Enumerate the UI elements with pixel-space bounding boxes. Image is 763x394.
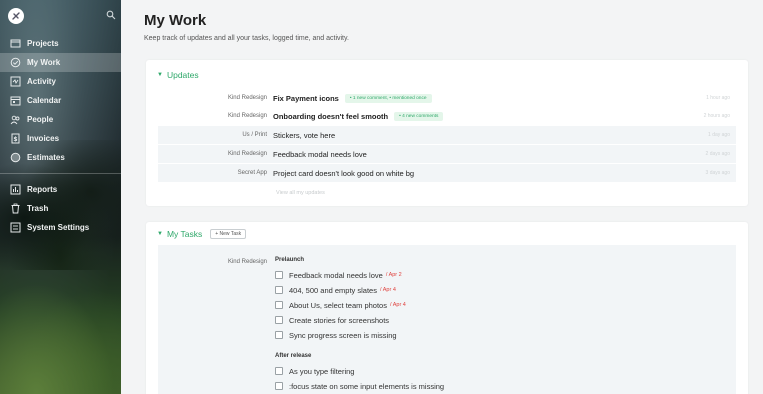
estimate-icon <box>10 152 21 163</box>
sidebar-item-label: Calendar <box>27 96 62 105</box>
update-project: Secret App <box>237 170 267 176</box>
updates-heading: Updates <box>166 70 199 80</box>
update-time: 3 days ago <box>705 170 730 176</box>
updates-toggle[interactable]: ▼ Updates <box>157 70 199 80</box>
task-checkbox[interactable] <box>275 271 283 279</box>
task-item[interactable]: Feedback modal needs love / Apr 2 <box>275 269 402 281</box>
update-project: Us / Print <box>242 132 267 138</box>
sidebar-item-projects[interactable]: Projects <box>0 34 121 53</box>
task-checkbox[interactable] <box>275 382 283 390</box>
updates-card: ▼ Updates Kind Redesign Fix Payment icon… <box>146 60 748 206</box>
settings-icon <box>10 222 21 233</box>
task-item[interactable]: :focus state on some input elements is m… <box>275 380 444 392</box>
search-icon[interactable] <box>106 10 116 20</box>
sidebar-item-reports[interactable]: Reports <box>0 180 121 199</box>
people-icon <box>10 114 21 125</box>
task-due-date: / Apr 4 <box>389 302 406 308</box>
sidebar: Projects My Work Activity Calendar Peopl… <box>0 0 121 394</box>
task-title[interactable]: Feedback modal needs love <box>289 271 383 280</box>
task-group-label: Prelaunch <box>275 257 305 263</box>
update-row[interactable]: Secret App Project card doesn't look goo… <box>158 164 736 182</box>
calendar-icon <box>10 95 21 106</box>
tasks-heading[interactable]: My Tasks <box>167 229 202 239</box>
update-title[interactable]: Project card doesn't look good on white … <box>273 169 414 178</box>
sidebar-item-invoices[interactable]: $ Invoices <box>0 129 121 148</box>
caret-down-icon: ▼ <box>157 72 163 78</box>
update-badge: • 4 new comments <box>394 111 444 121</box>
svg-text:$: $ <box>13 136 17 143</box>
update-row[interactable]: Us / Print Stickers, vote here 1 day ago <box>158 126 736 144</box>
update-time: 2 hours ago <box>703 113 730 119</box>
task-project: Kind Redesign <box>227 259 267 265</box>
app-logo-icon[interactable] <box>8 8 24 24</box>
task-item[interactable]: Create stories for screenshots <box>275 314 389 326</box>
update-time: 1 day ago <box>708 132 730 138</box>
update-project: Kind Redesign <box>227 151 267 157</box>
update-title[interactable]: Fix Payment icons <box>273 94 339 103</box>
task-due-date: / Apr 2 <box>385 272 402 278</box>
task-checkbox[interactable] <box>275 316 283 324</box>
reports-icon <box>10 184 21 195</box>
page-subtitle: Keep track of updates and all your tasks… <box>144 35 349 42</box>
main-content: My Work Keep track of updates and all yo… <box>121 0 763 394</box>
task-title[interactable]: :focus state on some input elements is m… <box>289 382 444 391</box>
task-title[interactable]: About Us, select team photos <box>289 301 387 310</box>
task-title[interactable]: As you type filtering <box>289 367 354 376</box>
sidebar-item-label: Estimates <box>27 153 65 162</box>
sidebar-item-label: Projects <box>27 39 59 48</box>
task-checkbox[interactable] <box>275 286 283 294</box>
task-item[interactable]: As you type filtering <box>275 365 354 377</box>
tasks-card: ▼ My Tasks + New Task Kind Redesign Prel… <box>146 222 748 394</box>
sidebar-item-label: System Settings <box>27 223 90 232</box>
task-title[interactable]: Sync progress screen is missing <box>289 331 397 340</box>
update-row[interactable]: Kind Redesign Feedback modal needs love … <box>158 145 736 163</box>
update-time: 2 days ago <box>705 151 730 157</box>
sidebar-item-estimates[interactable]: Estimates <box>0 148 121 167</box>
check-circle-icon <box>10 57 21 68</box>
update-row[interactable]: Kind Redesign Onboarding doesn't feel sm… <box>158 107 736 125</box>
sidebar-item-label: Trash <box>27 204 49 213</box>
sidebar-item-label: Invoices <box>27 134 60 143</box>
sidebar-divider <box>0 173 121 174</box>
update-title[interactable]: Onboarding doesn't feel smooth <box>273 112 388 121</box>
sidebar-item-activity[interactable]: Activity <box>0 72 121 91</box>
update-project: Kind Redesign <box>227 113 267 119</box>
update-time: 1 hour ago <box>706 95 730 101</box>
update-badge: • 1 new comment, • mentioned once <box>344 93 432 103</box>
activity-icon <box>10 76 21 87</box>
update-title[interactable]: Feedback modal needs love <box>273 150 367 159</box>
sidebar-item-label: People <box>27 115 54 124</box>
sidebar-item-label: Reports <box>27 185 58 194</box>
trash-icon <box>10 203 21 214</box>
sidebar-nav: Projects My Work Activity Calendar Peopl… <box>0 34 121 237</box>
page-title: My Work <box>144 12 207 29</box>
invoice-icon: $ <box>10 133 21 144</box>
task-group-label: After release <box>275 353 312 359</box>
task-item[interactable]: About Us, select team photos / Apr 4 <box>275 299 406 311</box>
update-row[interactable]: Kind Redesign Fix Payment icons • 1 new … <box>158 89 736 107</box>
task-title[interactable]: 404, 500 and empty slates <box>289 286 377 295</box>
sidebar-item-label: Activity <box>27 77 56 86</box>
folder-icon <box>10 38 21 49</box>
sidebar-item-people[interactable]: People <box>0 110 121 129</box>
new-task-button[interactable]: + New Task <box>210 229 247 239</box>
task-title[interactable]: Create stories for screenshots <box>289 316 389 325</box>
sidebar-item-trash[interactable]: Trash <box>0 199 121 218</box>
task-item[interactable]: Sync progress screen is missing <box>275 329 397 341</box>
task-due-date: / Apr 4 <box>379 287 396 293</box>
task-checkbox[interactable] <box>275 367 283 375</box>
sidebar-item-calendar[interactable]: Calendar <box>0 91 121 110</box>
update-project: Kind Redesign <box>227 95 267 101</box>
sidebar-item-my-work[interactable]: My Work <box>0 53 121 72</box>
update-title[interactable]: Stickers, vote here <box>273 131 335 140</box>
view-all-updates-link[interactable]: View all my updates <box>276 190 325 196</box>
sidebar-item-label: My Work <box>27 58 61 67</box>
caret-down-icon[interactable]: ▼ <box>157 231 163 237</box>
tasks-list: Kind Redesign Prelaunch Feedback modal n… <box>158 245 736 394</box>
task-item[interactable]: 404, 500 and empty slates / Apr 4 <box>275 284 396 296</box>
sidebar-item-system-settings[interactable]: System Settings <box>0 218 121 237</box>
task-checkbox[interactable] <box>275 331 283 339</box>
task-checkbox[interactable] <box>275 301 283 309</box>
tasks-header: ▼ My Tasks + New Task <box>157 229 247 239</box>
